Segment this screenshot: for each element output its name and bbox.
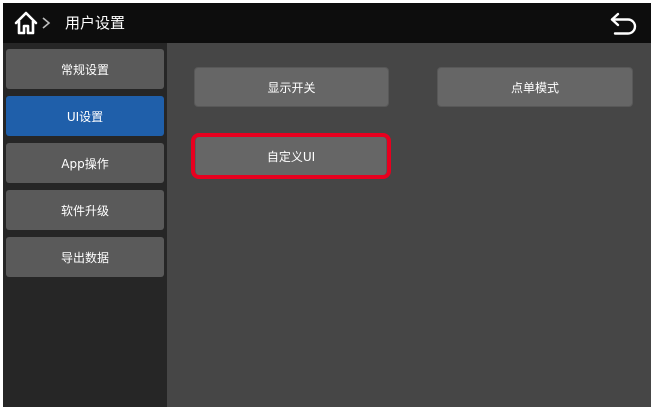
sidebar-item-ui-settings[interactable]: UI设置 (6, 96, 164, 136)
custom-ui-button[interactable]: 自定义UI (195, 136, 387, 176)
sidebar-item-general-settings[interactable]: 常规设置 (6, 49, 164, 89)
app-screen: 用户设置 常规设置 UI设置 App操作 软件升级 导出数据 显示开关 点单模式 (3, 3, 651, 407)
sidebar-item-software-upgrade[interactable]: 软件升级 (6, 190, 164, 230)
top-bar: 用户设置 (3, 3, 651, 43)
chevron-right-icon (42, 17, 51, 29)
sidebar-item-label: UI设置 (66, 109, 104, 124)
sidebar-item-app-operation[interactable]: App操作 (6, 143, 164, 183)
sidebar: 常规设置 UI设置 App操作 软件升级 导出数据 (3, 43, 167, 407)
home-icon[interactable] (13, 10, 39, 36)
display-switch-button[interactable]: 显示开关 (194, 67, 389, 107)
sidebar-item-label: App操作 (61, 156, 109, 171)
sidebar-item-export-data[interactable]: 导出数据 (6, 237, 164, 277)
button-label: 显示开关 (267, 80, 316, 95)
order-mode-button[interactable]: 点单模式 (437, 67, 633, 107)
button-label: 点单模式 (510, 80, 559, 95)
main-content: 显示开关 点单模式 自定义UI (167, 43, 651, 407)
page-title: 用户设置 (65, 14, 126, 32)
sidebar-item-label: 导出数据 (60, 250, 109, 265)
sidebar-item-label: 常规设置 (60, 62, 109, 77)
button-label: 自定义UI (266, 149, 316, 164)
back-arrow-icon[interactable] (609, 9, 639, 37)
sidebar-item-label: 软件升级 (60, 203, 109, 218)
